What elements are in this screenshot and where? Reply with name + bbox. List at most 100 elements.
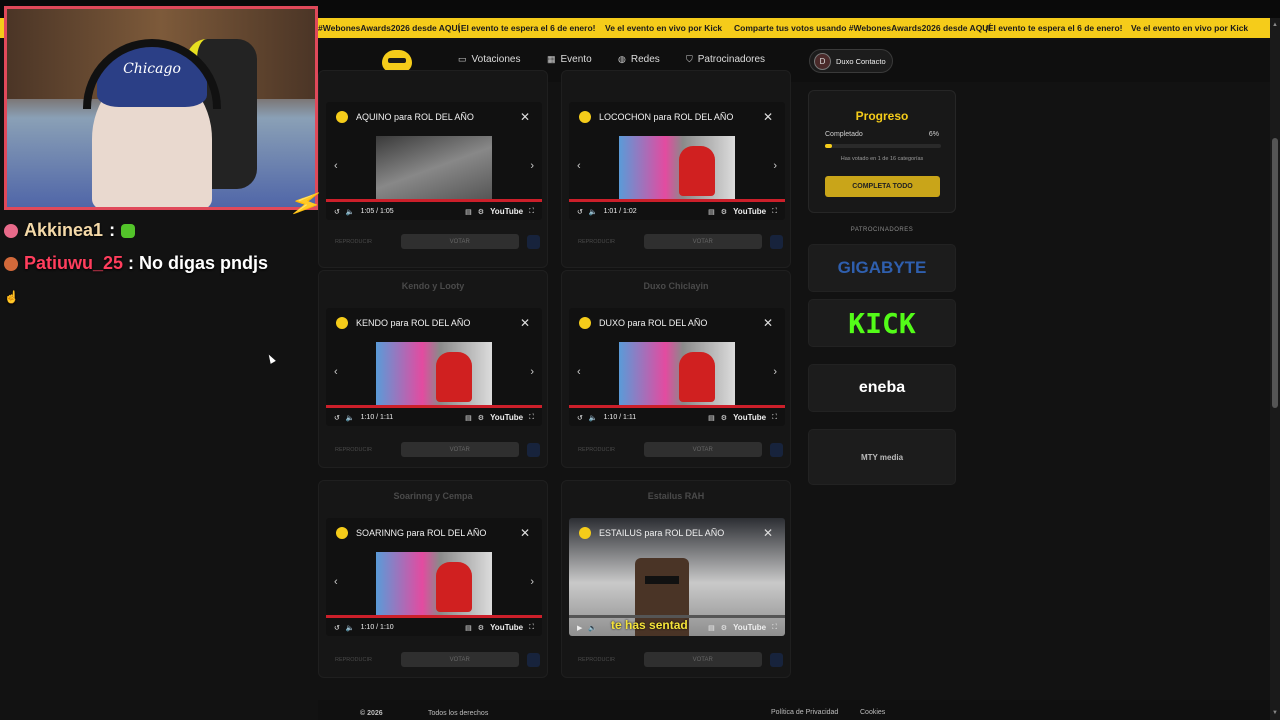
- vote-button[interactable]: VOTAR: [400, 234, 519, 249]
- fullscreen-icon[interactable]: ⛶: [772, 208, 777, 216]
- footer-cookies-link[interactable]: Cookies: [860, 709, 885, 716]
- video-title[interactable]: ESTAILUS para ROL DEL AÑO: [599, 528, 724, 538]
- vote-button[interactable]: VOTAR: [643, 652, 762, 667]
- settings-icon[interactable]: ⚙: [721, 414, 727, 422]
- settings-icon[interactable]: ⚙: [478, 208, 484, 216]
- youtube-logo[interactable]: YouTube: [490, 623, 523, 632]
- share-icon[interactable]: [769, 442, 783, 457]
- play-button[interactable]: REPRODUCIR: [578, 657, 636, 663]
- volume-icon[interactable]: 🔈: [346, 624, 355, 632]
- close-icon[interactable]: ✕: [763, 110, 773, 124]
- settings-icon[interactable]: ⚙: [721, 208, 727, 216]
- video-title[interactable]: SOARINNG para ROL DEL AÑO: [356, 528, 486, 538]
- nav-evento[interactable]: ▦ Evento: [547, 54, 592, 65]
- share-icon[interactable]: [769, 234, 783, 249]
- video-progress-bar[interactable]: [326, 405, 542, 408]
- vote-button[interactable]: VOTAR: [643, 234, 762, 249]
- video-progress-bar[interactable]: [569, 199, 785, 202]
- replay-icon[interactable]: ↺: [334, 414, 340, 422]
- sponsor-kick[interactable]: KICK: [808, 299, 956, 347]
- close-icon[interactable]: ✕: [520, 316, 530, 330]
- youtube-embed[interactable]: DUXO para ROL DEL AÑO ✕ ‹ › ↺ 🔈 1:10 / 1…: [569, 308, 785, 426]
- sponsor-mty[interactable]: MTY media: [808, 429, 956, 485]
- captions-icon[interactable]: ▤: [465, 624, 472, 632]
- fullscreen-icon[interactable]: ⛶: [772, 414, 777, 422]
- chevron-right-icon[interactable]: ›: [530, 160, 534, 172]
- contact-button[interactable]: D Duxo Contacto: [809, 49, 893, 73]
- sponsor-gigabyte[interactable]: GIGABYTE: [808, 244, 956, 292]
- close-icon[interactable]: ✕: [520, 110, 530, 124]
- captions-icon[interactable]: ▤: [708, 414, 715, 422]
- ticker-item[interactable]: Comparte tus votos usando #WebonesAwards…: [734, 23, 991, 33]
- video-title[interactable]: KENDO para ROL DEL AÑO: [356, 318, 470, 328]
- footer-privacy-link[interactable]: Política de Privacidad: [771, 709, 838, 716]
- video-thumbnail[interactable]: [619, 342, 735, 406]
- play-icon[interactable]: ▶: [577, 624, 582, 632]
- sponsor-eneba[interactable]: eneba: [808, 364, 956, 412]
- video-progress-bar[interactable]: [569, 405, 785, 408]
- video-progress-bar[interactable]: [326, 615, 542, 618]
- fullscreen-icon[interactable]: ⛶: [529, 624, 534, 632]
- ticker-item[interactable]: Ve el evento en vivo por Kick: [605, 23, 722, 33]
- ticker-item[interactable]: #WebonesAwards2026 desde AQUÍ: [318, 23, 460, 33]
- scrollbar-thumb[interactable]: [1272, 138, 1278, 408]
- fullscreen-icon[interactable]: ⛶: [529, 414, 534, 422]
- nav-votaciones[interactable]: ▭ Votaciones: [458, 54, 520, 65]
- play-button[interactable]: REPRODUCIR: [335, 447, 393, 453]
- video-title[interactable]: LOCOCHON para ROL DEL AÑO: [599, 112, 733, 122]
- vote-button[interactable]: VOTAR: [643, 442, 762, 457]
- share-icon[interactable]: [526, 234, 540, 249]
- fullscreen-icon[interactable]: ⛶: [772, 624, 777, 632]
- scroll-up-icon[interactable]: ▲: [1272, 22, 1278, 28]
- captions-icon[interactable]: ▤: [465, 414, 472, 422]
- replay-icon[interactable]: ↺: [577, 208, 583, 216]
- play-button[interactable]: REPRODUCIR: [335, 239, 393, 245]
- chevron-right-icon[interactable]: ›: [773, 366, 777, 378]
- captions-icon[interactable]: ▤: [465, 208, 472, 216]
- scrollbar[interactable]: ▲ ▼: [1270, 18, 1280, 720]
- close-icon[interactable]: ✕: [763, 526, 773, 540]
- youtube-embed[interactable]: AQUINO para ROL DEL AÑO ✕ ‹ › ↺ 🔈 1:05 /…: [326, 102, 542, 220]
- replay-icon[interactable]: ↺: [334, 624, 340, 632]
- volume-icon[interactable]: 🔈: [346, 414, 355, 422]
- video-thumbnail[interactable]: [376, 552, 492, 616]
- replay-icon[interactable]: ↺: [577, 414, 583, 422]
- chevron-right-icon[interactable]: ›: [773, 160, 777, 172]
- captions-icon[interactable]: ▤: [708, 624, 715, 632]
- video-title[interactable]: AQUINO para ROL DEL AÑO: [356, 112, 474, 122]
- video-title[interactable]: DUXO para ROL DEL AÑO: [599, 318, 707, 328]
- scroll-down-icon[interactable]: ▼: [1272, 710, 1278, 716]
- volume-icon[interactable]: 🔈: [589, 414, 598, 422]
- youtube-logo[interactable]: YouTube: [490, 207, 523, 216]
- play-button[interactable]: REPRODUCIR: [335, 657, 393, 663]
- video-progress-bar[interactable]: [569, 615, 785, 618]
- video-progress-bar[interactable]: [326, 199, 542, 202]
- chevron-left-icon[interactable]: ‹: [334, 160, 338, 172]
- volume-icon[interactable]: 🔈: [346, 208, 355, 216]
- play-button[interactable]: REPRODUCIR: [578, 239, 636, 245]
- volume-icon[interactable]: 🔈: [588, 624, 597, 632]
- youtube-logo[interactable]: YouTube: [733, 413, 766, 422]
- fullscreen-icon[interactable]: ⛶: [529, 208, 534, 216]
- settings-icon[interactable]: ⚙: [478, 414, 484, 422]
- share-icon[interactable]: [526, 652, 540, 667]
- youtube-embed[interactable]: ESTAILUS para ROL DEL AÑO ✕ te has senta…: [569, 518, 785, 636]
- video-thumbnail[interactable]: [376, 136, 492, 200]
- chevron-left-icon[interactable]: ‹: [334, 366, 338, 378]
- chevron-right-icon[interactable]: ›: [530, 366, 534, 378]
- vote-button[interactable]: VOTAR: [400, 652, 519, 667]
- replay-icon[interactable]: ↺: [334, 208, 340, 216]
- video-thumbnail[interactable]: [376, 342, 492, 406]
- chevron-right-icon[interactable]: ›: [530, 576, 534, 588]
- chevron-left-icon[interactable]: ‹: [577, 160, 581, 172]
- chevron-left-icon[interactable]: ‹: [334, 576, 338, 588]
- nav-patrocinadores[interactable]: ⛉ Patrocinadores: [686, 54, 765, 65]
- nav-redes[interactable]: ◍ Redes: [618, 54, 660, 65]
- settings-icon[interactable]: ⚙: [721, 624, 727, 632]
- video-thumbnail[interactable]: [619, 136, 735, 200]
- ticker-item[interactable]: Ve el evento en vivo por Kick: [1131, 23, 1248, 33]
- settings-icon[interactable]: ⚙: [478, 624, 484, 632]
- close-icon[interactable]: ✕: [520, 526, 530, 540]
- youtube-embed[interactable]: KENDO para ROL DEL AÑO ✕ ‹ › ↺ 🔈 1:10 / …: [326, 308, 542, 426]
- youtube-embed[interactable]: SOARINNG para ROL DEL AÑO ✕ ‹ › ↺ 🔈 1:10…: [326, 518, 542, 636]
